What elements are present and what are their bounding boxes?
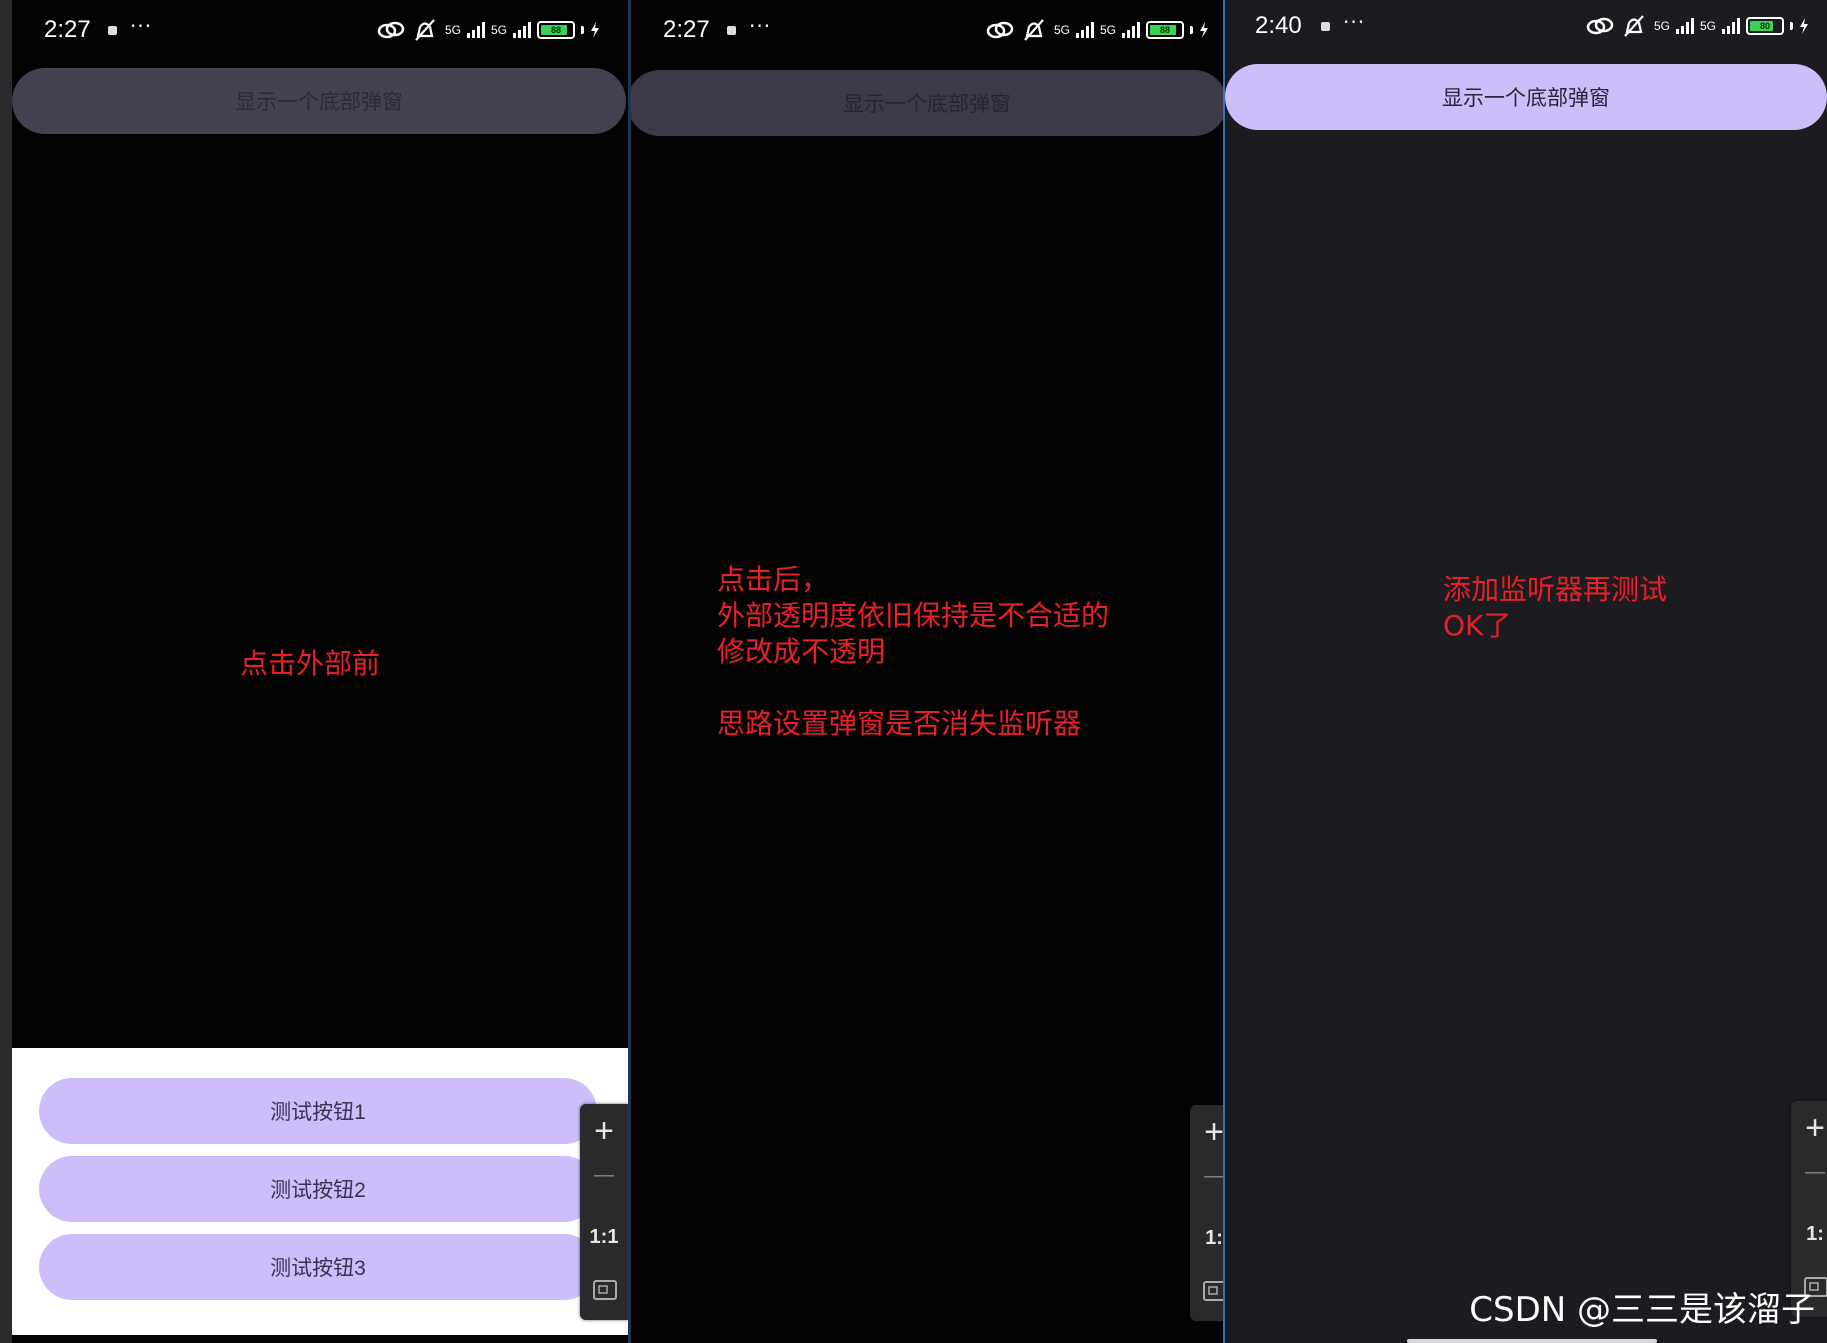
screenshot-panel-with-listener: 2:40 ··· 5G 5G 80 显示一个底部弹窗 添加监听器再测试 OK了 xyxy=(1223,0,1827,1343)
status-icons: 5G 5G 88 xyxy=(377,14,600,46)
signal-5g-label-1: 5G xyxy=(1653,19,1670,33)
signal-bars-icon xyxy=(1122,22,1140,38)
test-button-1[interactable]: 测试按钮1 xyxy=(39,1078,597,1144)
notification-icon xyxy=(727,26,736,35)
zoom-out-icon[interactable]: — xyxy=(1190,1165,1223,1188)
notification-icon xyxy=(1321,22,1330,31)
phone-screen: 2:27 ··· 5G 5G 88 显示一个底部弹窗 点击后， 外部透明度依旧保… xyxy=(631,0,1223,1343)
battery-level: 88 xyxy=(1159,25,1170,35)
signal-bars-icon xyxy=(513,22,531,38)
show-bottom-sheet-button[interactable]: 显示一个底部弹窗 xyxy=(12,68,626,134)
battery-tip xyxy=(1790,22,1793,30)
csdn-watermark: CSDN @三三是该溜子 xyxy=(1469,1290,1815,1330)
status-time: 2:27 xyxy=(44,16,91,43)
battery-icon: 80 xyxy=(1746,17,1784,35)
signal-bars-icon xyxy=(1075,22,1094,38)
hotspot-link-icon xyxy=(986,21,1014,39)
signal-5g-label-2: 5G xyxy=(1699,19,1716,33)
phone-screen: 2:40 ··· 5G 5G 80 显示一个底部弹窗 添加监听器再测试 OK了 xyxy=(1225,0,1827,1343)
emulator-zoom-toolbar: + — 1:1 xyxy=(580,1104,628,1320)
emulator-zoom-toolbar: + — 1: xyxy=(1190,1105,1223,1321)
battery-icon: 88 xyxy=(537,21,575,39)
zoom-out-icon[interactable]: — xyxy=(1791,1161,1827,1184)
status-icons: 5G 5G 88 xyxy=(986,14,1209,46)
zoom-actual-size-button[interactable]: 1: xyxy=(1190,1227,1223,1250)
charging-bolt-icon xyxy=(1800,18,1808,34)
signal-bars-icon xyxy=(466,22,485,38)
show-bottom-sheet-button[interactable]: 显示一个底部弹窗 xyxy=(1225,64,1827,130)
screenshot-panel-after-click: 2:27 ··· 5G 5G 88 显示一个底部弹窗 点击后， 外部透明度依旧保… xyxy=(628,0,1223,1343)
bottom-sheet: 测试按钮1 测试按钮2 测试按钮3 xyxy=(12,1048,628,1335)
battery-tip xyxy=(581,26,584,34)
fit-screen-icon[interactable] xyxy=(593,1280,617,1300)
zoom-in-icon[interactable]: + xyxy=(580,1112,628,1151)
mute-bell-icon xyxy=(1024,19,1044,41)
status-time: 2:27 xyxy=(663,16,710,43)
notification-icon xyxy=(108,26,117,35)
more-notifications-icon: ··· xyxy=(1343,10,1366,34)
zoom-actual-size-button[interactable]: 1: xyxy=(1791,1223,1827,1246)
more-notifications-icon: ··· xyxy=(749,14,772,38)
signal-5g-label-1: 5G xyxy=(1053,23,1070,37)
battery-level: 88 xyxy=(550,25,561,35)
mute-bell-icon xyxy=(415,19,435,41)
status-icons: 5G 5G 80 xyxy=(1586,10,1809,42)
screenshot-panel-before-click: 2:27 ··· 5G 5G 88 显示一个底部弹窗 点击外部前 测试按钮1 测… xyxy=(0,0,628,1343)
home-indicator[interactable] xyxy=(1407,1339,1657,1343)
charging-bolt-icon xyxy=(1200,22,1208,38)
signal-5g-label-1: 5G xyxy=(444,23,461,37)
signal-bars-icon xyxy=(1675,18,1694,34)
battery-tip xyxy=(1190,26,1193,34)
zoom-in-icon[interactable]: + xyxy=(1791,1109,1827,1148)
hotspot-link-icon xyxy=(1586,17,1614,35)
status-bar: 2:40 ··· 5G 5G 80 xyxy=(1225,0,1827,60)
zoom-actual-size-button[interactable]: 1:1 xyxy=(580,1226,628,1249)
zoom-in-icon[interactable]: + xyxy=(1190,1113,1223,1152)
zoom-out-icon[interactable]: — xyxy=(580,1164,628,1187)
test-button-2[interactable]: 测试按钮2 xyxy=(39,1156,597,1222)
hotspot-link-icon xyxy=(377,21,405,39)
battery-level: 80 xyxy=(1759,21,1770,31)
signal-5g-label-2: 5G xyxy=(490,23,507,37)
annotation-text: 点击外部前 xyxy=(240,647,381,680)
signal-bars-icon xyxy=(1722,18,1740,34)
mute-bell-icon xyxy=(1624,15,1644,37)
more-notifications-icon: ··· xyxy=(130,14,153,38)
phone-screen: 2:27 ··· 5G 5G 88 显示一个底部弹窗 点击外部前 测试按钮1 测… xyxy=(12,0,628,1343)
show-bottom-sheet-button[interactable]: 显示一个底部弹窗 xyxy=(631,70,1223,136)
annotation-text: 点击后， 外部透明度依旧保持是不合适的 修改成不透明 思路设置弹窗是否消失监听器 xyxy=(717,563,1110,740)
test-button-3[interactable]: 测试按钮3 xyxy=(39,1234,597,1300)
annotation-text: 添加监听器再测试 OK了 xyxy=(1443,573,1668,642)
status-bar: 2:27 ··· 5G 5G 88 xyxy=(12,0,628,60)
battery-icon: 88 xyxy=(1146,21,1184,39)
status-bar: 2:27 ··· 5G 5G 88 xyxy=(631,0,1223,60)
signal-5g-label-2: 5G xyxy=(1099,23,1116,37)
fit-screen-icon[interactable] xyxy=(1203,1281,1223,1301)
charging-bolt-icon xyxy=(591,22,599,38)
status-time: 2:40 xyxy=(1255,12,1302,39)
